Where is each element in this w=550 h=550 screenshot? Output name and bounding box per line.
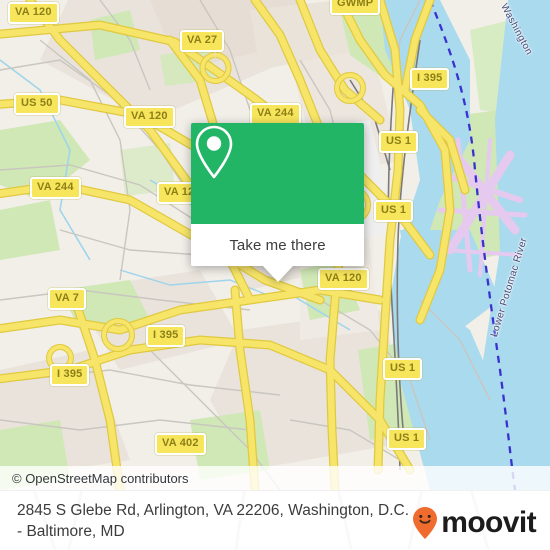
map-pin-icon: [195, 125, 233, 179]
address-text: 2845 S Glebe Rd, Arlington, VA 22206, Wa…: [17, 502, 410, 540]
road-shield: VA 120: [8, 2, 59, 24]
moovit-logo[interactable]: moovit: [412, 506, 537, 540]
popup-pointer: [262, 266, 293, 282]
road-shield: VA 402: [155, 433, 206, 455]
road-shield: US 1: [383, 358, 423, 380]
road-shield: GWMP: [330, 0, 381, 15]
popup-header: [191, 123, 364, 224]
map-attribution-bar: © OpenStreetMap contributors: [0, 466, 550, 490]
road-shield: US 1: [387, 428, 427, 450]
take-me-there-label: Take me there: [229, 236, 326, 254]
openstreetmap-attribution: © OpenStreetMap contributors: [12, 470, 189, 486]
moovit-map-screenshot: Washington Lower Potomac River VA 120 VA…: [0, 0, 550, 550]
road-shield: VA 244: [250, 103, 301, 125]
road-shield: VA 27: [180, 30, 225, 52]
footer-bar: 2845 S Glebe Rd, Arlington, VA 22206, Wa…: [0, 490, 550, 550]
road-shield: I 395: [50, 364, 90, 386]
location-popup-card[interactable]: Take me there: [191, 123, 364, 282]
road-shield: US 50: [14, 93, 60, 115]
road-shield: US 1: [374, 200, 414, 222]
popup-action-row[interactable]: Take me there: [191, 224, 364, 266]
road-shield: VA 120: [318, 268, 369, 290]
moovit-smiley-pin-icon: [413, 507, 438, 539]
road-shield: I 395: [410, 68, 450, 90]
road-shield: VA 244: [30, 177, 81, 199]
road-shield: VA 120: [124, 106, 175, 128]
road-shield: US 1: [379, 131, 419, 153]
road-shield: VA 7: [48, 288, 87, 310]
road-shield: I 395: [146, 325, 186, 347]
map-canvas[interactable]: Washington Lower Potomac River VA 120 VA…: [0, 0, 550, 490]
moovit-wordmark: moovit: [441, 506, 536, 539]
